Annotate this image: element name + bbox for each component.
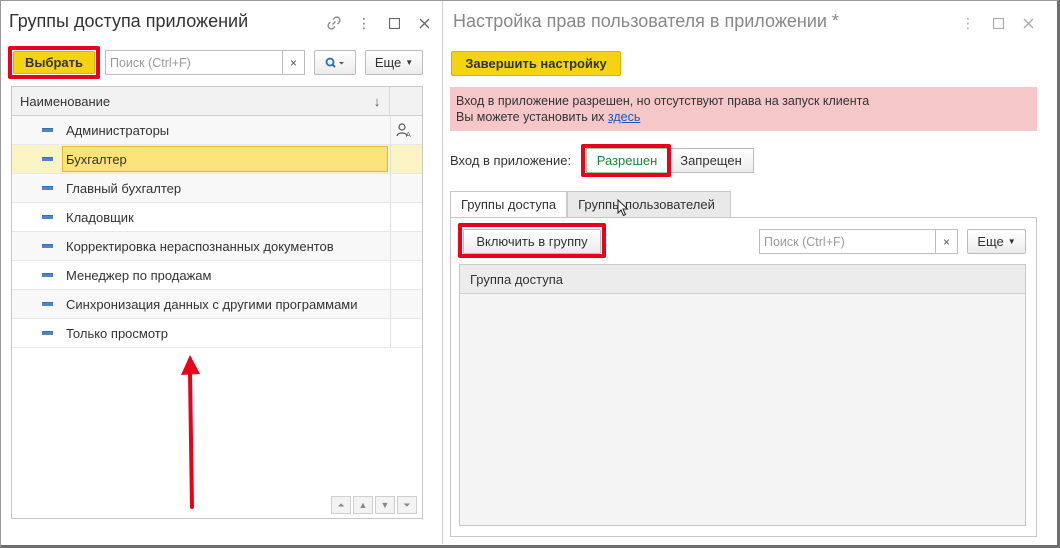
row-label: Кладовщик [66,209,134,225]
finish-setup-button[interactable]: Завершить настройку [451,51,621,76]
group-item-icon [42,186,53,190]
set-rights-link[interactable]: здесь [608,110,640,124]
warning-text-prefix: Вы можете установить их [456,110,608,124]
column-access-group-header[interactable]: Группа доступа [460,265,1025,294]
more-vertical-icon[interactable]: ⋮ [349,13,379,33]
maximize-icon[interactable] [983,13,1013,33]
group-item-icon [42,128,53,132]
column-separator [390,232,391,260]
group-item-icon [42,331,53,335]
sort-arrow-icon[interactable]: ↓ [365,94,389,109]
row-label: Администраторы [66,122,170,138]
table-body: Администраторы A Бухгалтер Главный бухгалте… [12,116,422,348]
column-separator [390,174,391,202]
group-item-icon [42,273,53,277]
search-field[interactable]: Поиск (Ctrl+F) × [105,50,305,75]
search-field[interactable]: Поиск (Ctrl+F) × [759,229,958,254]
header-extra-cell [389,87,422,115]
clear-search-button[interactable]: × [282,51,304,74]
column-separator [390,145,391,173]
column-separator [390,203,391,231]
group-item-icon [42,215,53,219]
scroll-top-icon[interactable]: ⏶ [331,496,351,514]
search-icon [325,57,344,68]
warning-text-line2: Вы можете установить их здесь [456,109,1031,125]
tab-bar: Группы доступа Группы пользователей [450,191,732,218]
more-button[interactable]: Еще ▼ [365,50,423,75]
login-denied-button[interactable]: Запрещен [668,148,754,173]
tab-access-groups[interactable]: Группы доступа [450,191,568,218]
group-item-icon [42,302,53,306]
mouse-cursor-icon [617,199,629,217]
maximize-icon[interactable] [379,13,409,33]
group-item-icon [42,157,53,161]
user-access-icon: A [396,122,412,141]
close-icon[interactable] [1013,13,1043,33]
table-row[interactable]: Кладовщик [12,203,422,232]
more-button-label: Еще [374,55,402,70]
window-controls: ⋮ [953,13,1043,33]
user-rights-window: Настройка прав пользователя в приложении… [445,1,1055,544]
column-separator [390,290,391,318]
table-navigation: ⏶ ▲ ▼ ⏷ [331,496,417,514]
row-label: Только просмотр [66,325,168,341]
chevron-down-icon: ▼ [1007,237,1016,246]
more-button[interactable]: Еще ▼ [967,229,1026,254]
table-row[interactable]: Синхронизация данных с другими программа… [12,290,422,319]
login-label: Вход в приложение: [450,153,572,168]
more-vertical-icon[interactable]: ⋮ [953,13,983,33]
scroll-down-icon[interactable]: ▼ [375,496,395,514]
select-button[interactable]: Выбрать [13,51,95,74]
row-label: Корректировка нераспознанных документов [66,238,334,254]
window-title: Настройка прав пользователя в приложении… [453,11,839,31]
red-arrow-annotation [181,355,200,509]
access-groups-table: Наименование ↓ Администраторы A Бухгалтер Г… [11,86,423,519]
table-row[interactable]: Администраторы A [12,116,422,145]
row-label: Бухгалтер [66,151,127,167]
table-row[interactable]: Бухгалтер [12,145,422,174]
include-in-group-button[interactable]: Включить в группу [463,229,601,254]
table-row[interactable]: Корректировка нераспознанных документов [12,232,422,261]
search-input[interactable]: Поиск (Ctrl+F) [760,235,935,249]
group-item-icon [42,244,53,248]
access-group-table: Группа доступа [459,264,1026,526]
table-header: Наименование ↓ [12,87,422,116]
scroll-bottom-icon[interactable]: ⏷ [397,496,417,514]
tab-panel: Включить в группу Поиск (Ctrl+F) × Еще ▼ … [450,217,1037,537]
chevron-down-icon: ▼ [405,58,414,67]
table-row[interactable]: Менеджер по продажам [12,261,422,290]
column-name-header[interactable]: Наименование [12,94,365,109]
search-button[interactable] [314,50,356,75]
window-controls: ⋮ [319,13,439,33]
login-allowed-button[interactable]: Разрешен [586,148,668,173]
svg-text:A: A [406,131,411,138]
row-label: Главный бухгалтер [66,180,182,196]
row-label: Менеджер по продажам [66,267,212,283]
search-input[interactable]: Поиск (Ctrl+F) [106,56,282,70]
warning-text-line1: Вход в приложение разрешен, но отсутству… [456,94,870,108]
table-row[interactable]: Главный бухгалтер [12,174,422,203]
column-separator [390,116,391,144]
access-groups-window: Группы доступа приложений ⋮ Выбрать Поис… [1,1,443,544]
more-button-label: Еще [977,234,1004,249]
table-row[interactable]: Только просмотр [12,319,422,348]
column-separator [390,261,391,289]
column-separator [390,319,391,347]
clear-search-button[interactable]: × [935,230,957,253]
tab-user-groups[interactable]: Группы пользователей [567,191,732,218]
close-icon[interactable] [409,13,439,33]
window-title: Группы доступа приложений [9,11,249,31]
scroll-up-icon[interactable]: ▲ [353,496,373,514]
link-icon[interactable] [319,13,349,33]
warning-message: Вход в приложение разрешен, но отсутству… [450,87,1037,131]
row-label: Синхронизация данных с другими программа… [66,296,358,312]
